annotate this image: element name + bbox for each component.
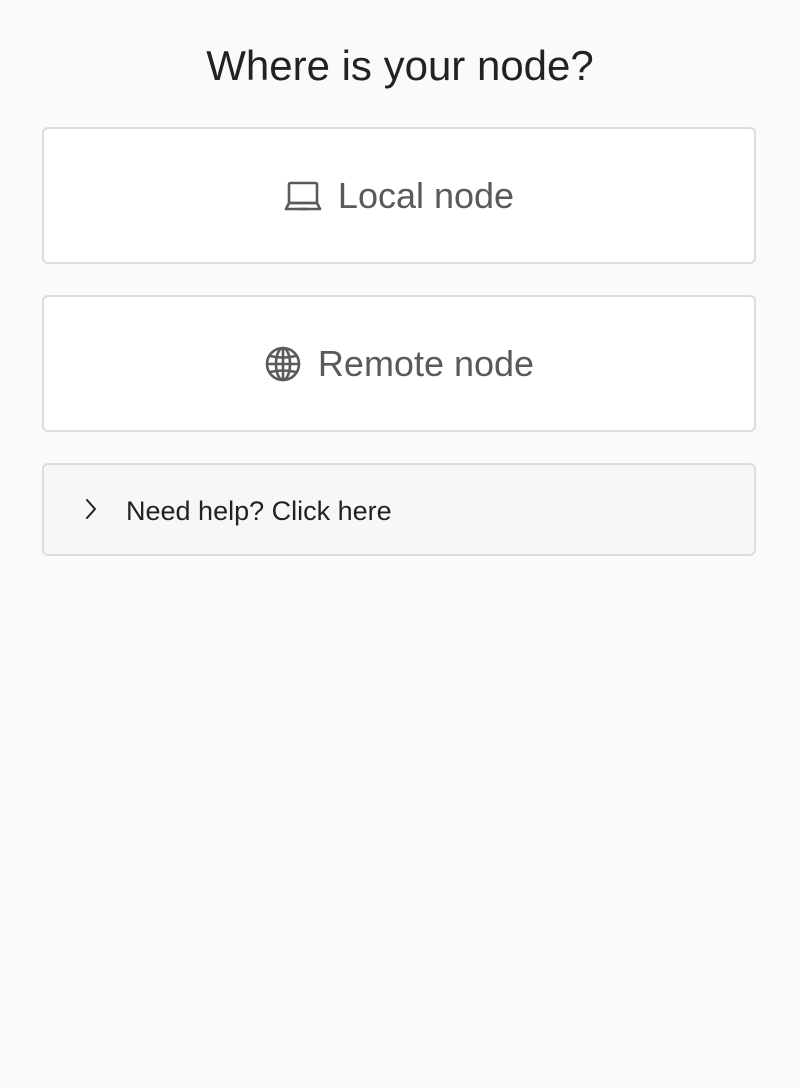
local-node-content: Local node — [284, 174, 514, 218]
globe-icon — [264, 345, 302, 383]
remote-node-button[interactable]: Remote node — [42, 295, 756, 432]
remote-node-label: Remote node — [317, 342, 535, 384]
chevron-right-icon — [82, 497, 100, 521]
help-label: Need help? Click here — [126, 496, 392, 526]
node-selection-page: Where is your node? Local node Remote no… — [0, 0, 800, 1088]
page-title: Where is your node? — [206, 42, 594, 89]
local-node-label: Local node — [337, 174, 515, 216]
laptop-icon — [284, 180, 322, 212]
local-node-button[interactable]: Local node — [42, 127, 756, 264]
help-expander[interactable]: Need help? Click here — [42, 463, 756, 556]
remote-node-content: Remote node — [264, 342, 534, 386]
